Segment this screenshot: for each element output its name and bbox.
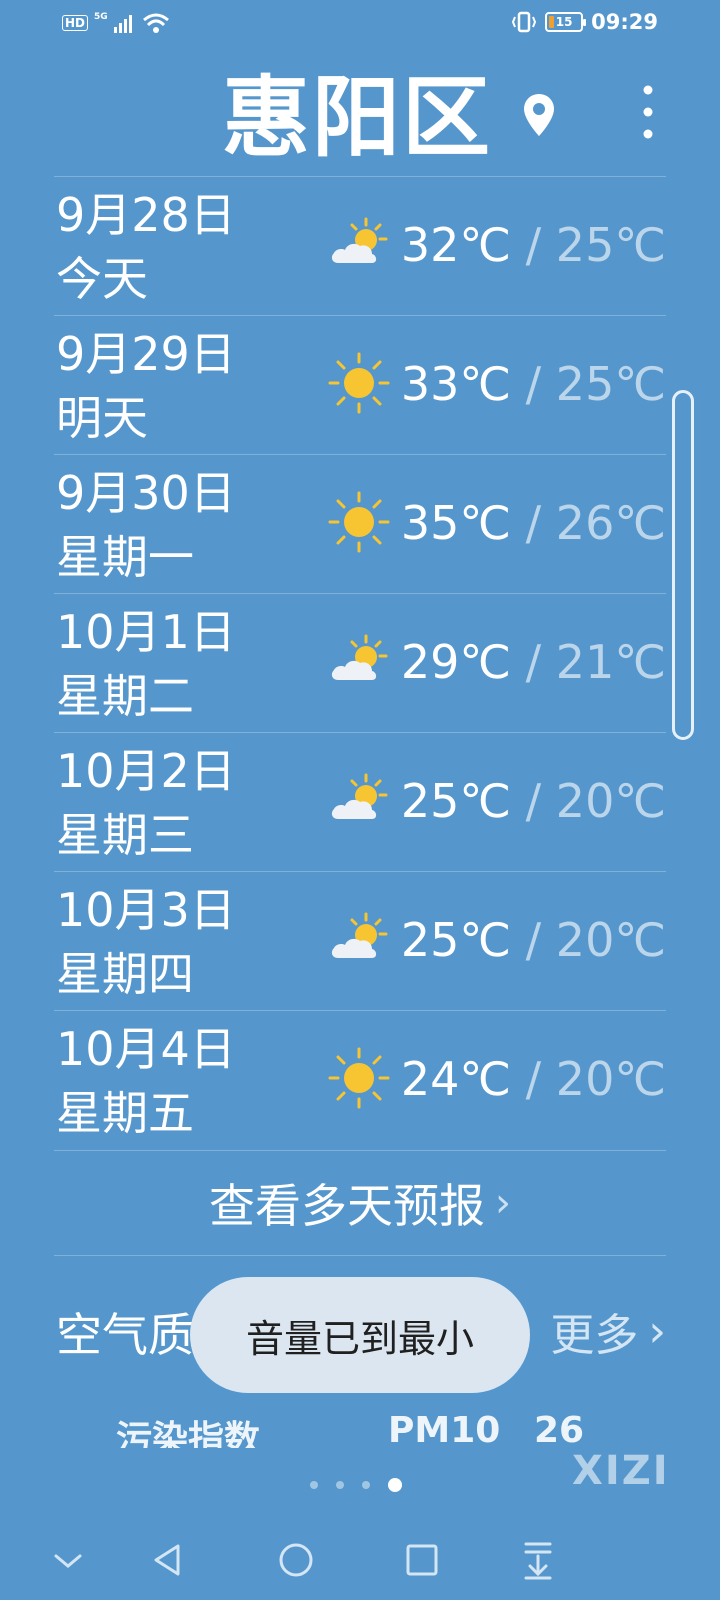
- sunny-icon: [328, 1047, 390, 1109]
- forecast-day: 星期五: [56, 1086, 194, 1140]
- forecast-date: 10月1日: [56, 605, 236, 659]
- battery-level: 15: [555, 15, 573, 29]
- recents-icon[interactable]: [396, 1534, 448, 1586]
- forecast-temps: 24℃ / 20℃: [400, 1052, 666, 1106]
- forecast-temps: 29℃ / 21℃: [400, 635, 666, 689]
- forecast-temps: 32℃ / 25℃: [400, 218, 666, 272]
- chevron-right-icon: ›: [648, 1305, 666, 1357]
- high-temp: 24℃: [400, 1052, 512, 1106]
- status-bar: HD 5G 15 09:29: [0, 0, 720, 48]
- high-temp: 25℃: [400, 774, 512, 828]
- forecast-row[interactable]: 9月28日 今天 32℃ / 25℃: [54, 176, 666, 315]
- low-temp: 21℃: [555, 635, 666, 689]
- forecast-row[interactable]: 9月30日 星期一 35℃ / 26℃: [54, 454, 666, 593]
- forecast-temps: 33℃ / 25℃: [400, 357, 666, 411]
- low-temp: 26℃: [555, 496, 666, 550]
- vibrate-icon: [512, 11, 537, 33]
- high-temp: 32℃: [400, 218, 512, 272]
- back-icon[interactable]: [142, 1534, 194, 1586]
- air-quality-details: 污染指数 PM10 26: [0, 1410, 720, 1448]
- forecast-row[interactable]: 10月2日 星期三 25℃ / 20℃: [54, 732, 666, 871]
- scrollbar[interactable]: [672, 390, 694, 740]
- forecast-row[interactable]: 10月3日 星期四 25℃ / 20℃: [54, 871, 666, 1010]
- forecast-day: 今天: [56, 252, 148, 306]
- header: 惠阳区: [0, 60, 720, 170]
- forecast-day: 星期二: [56, 669, 194, 723]
- chevron-down-icon[interactable]: [42, 1534, 94, 1586]
- partly-cloudy-icon: [331, 912, 388, 958]
- page-indicator: [310, 1478, 402, 1492]
- more-vertical-icon[interactable]: [640, 82, 656, 142]
- forecast-row[interactable]: 9月29日 明天 33℃ / 25℃: [54, 315, 666, 454]
- volume-toast: 音量已到最小: [190, 1277, 530, 1393]
- partly-cloudy-icon: [331, 217, 388, 263]
- low-temp: 25℃: [555, 218, 666, 272]
- location-pin-icon: [524, 94, 554, 136]
- page-dot-active[interactable]: [388, 1478, 402, 1492]
- forecast-temps: 25℃ / 20℃: [400, 913, 666, 967]
- signal-icon: [113, 15, 132, 33]
- pm10-label: PM10: [388, 1410, 501, 1448]
- forecast-day: 明天: [56, 391, 148, 445]
- clock: 09:29: [591, 10, 658, 34]
- partly-cloudy-icon: [331, 773, 388, 819]
- more-forecast-link[interactable]: 查看多天预报 ›: [54, 1150, 666, 1256]
- status-left: HD 5G: [62, 12, 170, 34]
- more-forecast-label: 查看多天预报: [209, 1179, 485, 1233]
- wifi-icon: [142, 13, 169, 33]
- battery-icon: 15: [545, 12, 587, 32]
- low-temp: 25℃: [555, 357, 666, 411]
- pm10-value: 26: [534, 1410, 585, 1448]
- high-temp: 35℃: [400, 496, 512, 550]
- sunny-icon: [328, 491, 390, 553]
- high-temp: 25℃: [400, 913, 512, 967]
- notification-pull-icon[interactable]: [512, 1534, 564, 1586]
- forecast-date: 9月28日: [56, 188, 236, 242]
- forecast-day: 星期四: [56, 947, 194, 1001]
- more-label: 更多: [550, 1310, 639, 1361]
- hd-badge: HD: [62, 15, 89, 31]
- forecast-date: 10月3日: [56, 883, 236, 937]
- watermark: XIZI: [572, 1448, 670, 1494]
- partly-cloudy-icon: [331, 634, 388, 680]
- forecast-date: 10月2日: [56, 744, 236, 798]
- forecast-day: 星期三: [56, 808, 194, 862]
- navigation-bar: [0, 1520, 720, 1600]
- page-dot[interactable]: [310, 1481, 318, 1489]
- high-temp: 29℃: [400, 635, 512, 689]
- page-dot[interactable]: [362, 1481, 370, 1489]
- page-dot[interactable]: [336, 1481, 344, 1489]
- home-icon[interactable]: [270, 1534, 322, 1586]
- forecast-day: 星期一: [56, 530, 194, 584]
- sunny-icon: [328, 352, 390, 414]
- forecast-row[interactable]: 10月4日 星期五 24℃ / 20℃: [54, 1010, 666, 1149]
- forecast-list: 9月28日 今天 32℃ / 25℃ 9月29日 明天 33℃ / 25℃ 9月…: [54, 176, 666, 1149]
- air-quality-more-link[interactable]: 更多 ›: [550, 1299, 666, 1363]
- pollution-index-label: 污染指数: [116, 1419, 261, 1448]
- status-right: 15 09:29: [511, 10, 658, 34]
- network-type: 5G: [94, 12, 108, 22]
- forecast-temps: 35℃ / 26℃: [400, 496, 666, 550]
- city-title[interactable]: 惠阳区: [222, 68, 492, 168]
- low-temp: 20℃: [555, 913, 666, 967]
- low-temp: 20℃: [555, 1052, 666, 1106]
- forecast-temps: 25℃ / 20℃: [400, 774, 666, 828]
- low-temp: 20℃: [555, 774, 666, 828]
- forecast-date: 9月30日: [56, 466, 236, 520]
- forecast-date: 9月29日: [56, 327, 236, 381]
- forecast-date: 10月4日: [56, 1022, 236, 1076]
- high-temp: 33℃: [400, 357, 512, 411]
- forecast-row[interactable]: 10月1日 星期二 29℃ / 21℃: [54, 593, 666, 732]
- chevron-right-icon: ›: [495, 1180, 511, 1226]
